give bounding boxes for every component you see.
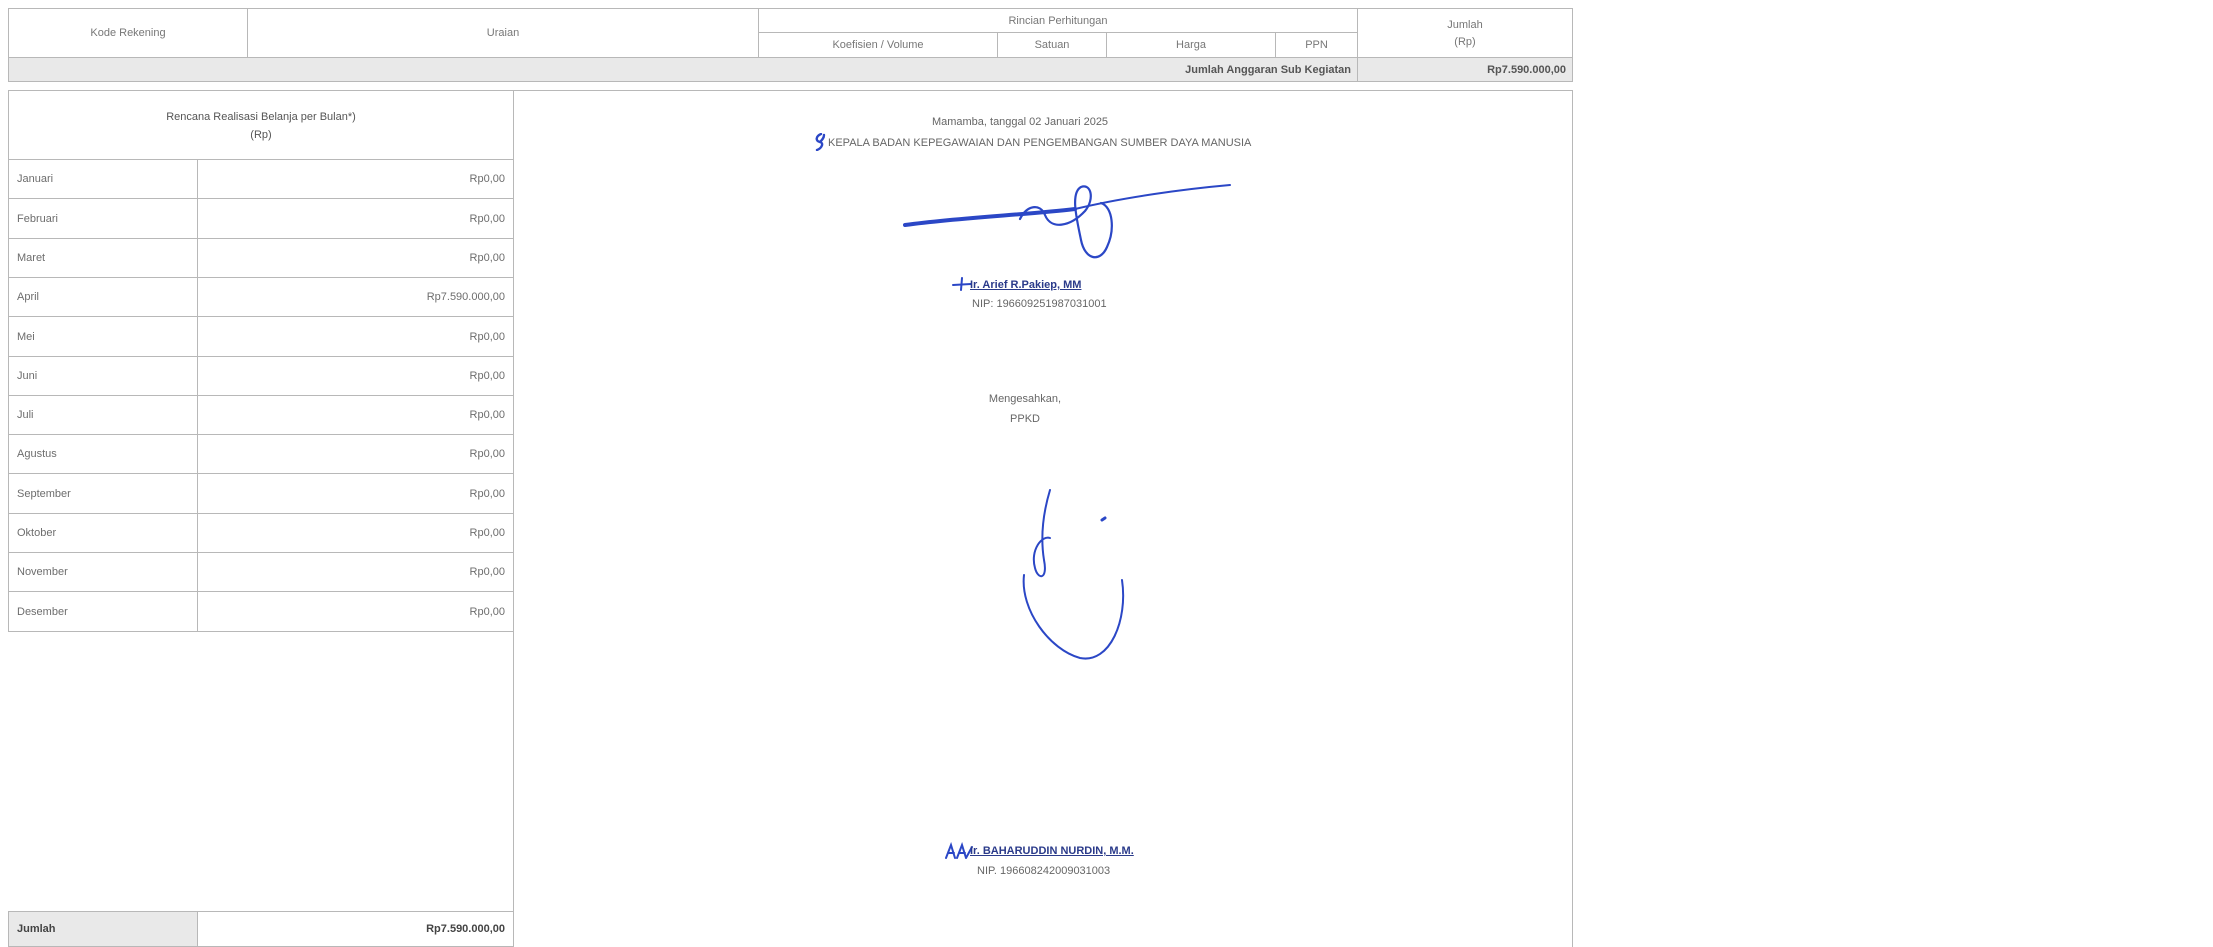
month-value: Rp0,00 bbox=[469, 212, 505, 225]
summary-value: Rp7.590.000,00 bbox=[1487, 63, 1566, 76]
header-ppn-label: PPN bbox=[1305, 39, 1328, 51]
header-kode-rekening-label: Kode Rekening bbox=[90, 27, 166, 39]
header-jumlah-label: Jumlah bbox=[1447, 19, 1483, 31]
summary-row: Jumlah Anggaran Sub Kegiatan bbox=[8, 57, 1358, 82]
month-label-cell: September bbox=[8, 473, 198, 514]
signature-2 bbox=[1010, 480, 1140, 675]
summary-value-cell: Rp7.590.000,00 bbox=[1357, 57, 1573, 82]
month-value-cell: Rp0,00 bbox=[197, 513, 514, 553]
month-value-cell: Rp0,00 bbox=[197, 473, 514, 514]
signer-2-nip: NIP. 196608242009031003 bbox=[977, 865, 1111, 877]
month-label-cell: Oktober bbox=[8, 513, 198, 553]
month-label: Februari bbox=[17, 212, 58, 225]
plan-title-cell: Rencana Realisasi Belanja per Bulan*) (R… bbox=[8, 90, 514, 160]
header-uraian: Uraian bbox=[247, 8, 759, 58]
header-ppn: PPN bbox=[1275, 32, 1358, 58]
total-value: Rp7.590.000,00 bbox=[426, 923, 505, 935]
month-value: Rp0,00 bbox=[469, 330, 505, 343]
header-satuan-label: Satuan bbox=[1034, 39, 1070, 51]
position-title: KEPALA BADAN KEPEGAWAIAN DAN PENGEMBANGA… bbox=[828, 137, 1252, 149]
header-jumlah: Jumlah (Rp) bbox=[1357, 8, 1573, 58]
summary-label: Jumlah Anggaran Sub Kegiatan bbox=[1185, 63, 1351, 76]
paraf-mark-2 bbox=[952, 277, 972, 296]
month-label: Juni bbox=[17, 370, 38, 382]
month-value-cell: Rp0,00 bbox=[197, 316, 514, 357]
month-value: Rp0,00 bbox=[469, 487, 505, 500]
mengesahkan-label: Mengesahkan, bbox=[988, 393, 1062, 405]
month-label: Juli bbox=[17, 409, 34, 421]
total-value-cell: Rp7.590.000,00 bbox=[197, 911, 514, 947]
header-rincian: Rincian Perhitungan bbox=[758, 8, 1358, 33]
month-label: Desember bbox=[17, 605, 68, 618]
month-label: Januari bbox=[17, 173, 54, 185]
place-date: Mamamba, tanggal 02 Januari 2025 bbox=[931, 116, 1109, 128]
month-value-cell: Rp0,00 bbox=[197, 434, 514, 474]
header-koefisien: Koefisien / Volume bbox=[758, 32, 998, 58]
month-label-cell: Maret bbox=[8, 238, 198, 278]
month-label-cell: Februari bbox=[8, 198, 198, 239]
ppkd-label: PPKD bbox=[1010, 413, 1040, 425]
month-label-cell: Desember bbox=[8, 591, 198, 632]
header-koefisien-label: Koefisien / Volume bbox=[832, 39, 924, 51]
month-value-cell: Rp0,00 bbox=[197, 198, 514, 239]
total-label: Jumlah bbox=[17, 923, 56, 935]
header-satuan: Satuan bbox=[997, 32, 1107, 58]
month-label: April bbox=[17, 291, 40, 303]
month-value-cell: Rp0,00 bbox=[197, 238, 514, 278]
month-value: Rp0,00 bbox=[469, 448, 505, 460]
month-label-cell: Juni bbox=[8, 356, 198, 396]
header-uraian-label: Uraian bbox=[486, 27, 520, 39]
paraf-mark-1-icon bbox=[815, 132, 826, 152]
month-value-cell: Rp0,00 bbox=[197, 395, 514, 435]
month-label-cell: November bbox=[8, 552, 198, 592]
month-value: Rp0,00 bbox=[469, 370, 505, 382]
month-label-cell: Juli bbox=[8, 395, 198, 435]
month-value-cell: Rp0,00 bbox=[197, 591, 514, 632]
month-label-cell: Agustus bbox=[8, 434, 198, 474]
month-label: Mei bbox=[17, 330, 35, 343]
signer-2-name: Ir. BAHARUDDIN NURDIN, M.M. bbox=[970, 845, 1134, 857]
month-value: Rp0,00 bbox=[469, 527, 505, 539]
header-harga-label: Harga bbox=[1176, 39, 1206, 51]
signature-1-icon bbox=[903, 184, 1231, 259]
month-value: Rp0,00 bbox=[469, 252, 505, 264]
month-value: Rp0,00 bbox=[469, 409, 505, 421]
month-label: Maret bbox=[17, 252, 46, 264]
month-value-cell: Rp0,00 bbox=[197, 159, 514, 199]
month-value-cell: Rp7.590.000,00 bbox=[197, 277, 514, 317]
month-label-cell: Mei bbox=[8, 316, 198, 357]
signature-2-icon bbox=[1022, 489, 1125, 660]
month-label: September bbox=[17, 487, 71, 500]
month-value-cell: Rp0,00 bbox=[197, 552, 514, 592]
month-value: Rp7.590.000,00 bbox=[426, 291, 505, 303]
total-label-cell: Jumlah bbox=[8, 911, 198, 947]
month-label: November bbox=[17, 566, 68, 578]
signer-1-name: Ir. Arief R.Pakiep, MM bbox=[970, 279, 1082, 291]
header-harga: Harga bbox=[1106, 32, 1276, 58]
paraf-mark-1 bbox=[812, 132, 828, 156]
header-jumlah-unit: (Rp) bbox=[1454, 36, 1476, 48]
month-label: Agustus bbox=[17, 448, 57, 460]
month-value: Rp0,00 bbox=[469, 566, 505, 578]
month-label: Oktober bbox=[17, 527, 57, 539]
paraf-mark-2-icon bbox=[952, 277, 972, 291]
month-value: Rp0,00 bbox=[469, 605, 505, 618]
header-rincian-label: Rincian Perhitungan bbox=[1008, 14, 1108, 27]
plan-unit: (Rp) bbox=[250, 129, 272, 141]
month-value-cell: Rp0,00 bbox=[197, 356, 514, 396]
signer-1-nip: NIP: 196609251987031001 bbox=[972, 298, 1107, 310]
month-label-cell: Januari bbox=[8, 159, 198, 199]
month-value: Rp0,00 bbox=[469, 173, 505, 185]
month-label-cell: April bbox=[8, 277, 198, 317]
header-kode-rekening: Kode Rekening bbox=[8, 8, 248, 58]
plan-title: Rencana Realisasi Belanja per Bulan*) bbox=[166, 111, 356, 123]
signature-1 bbox=[895, 175, 1255, 285]
